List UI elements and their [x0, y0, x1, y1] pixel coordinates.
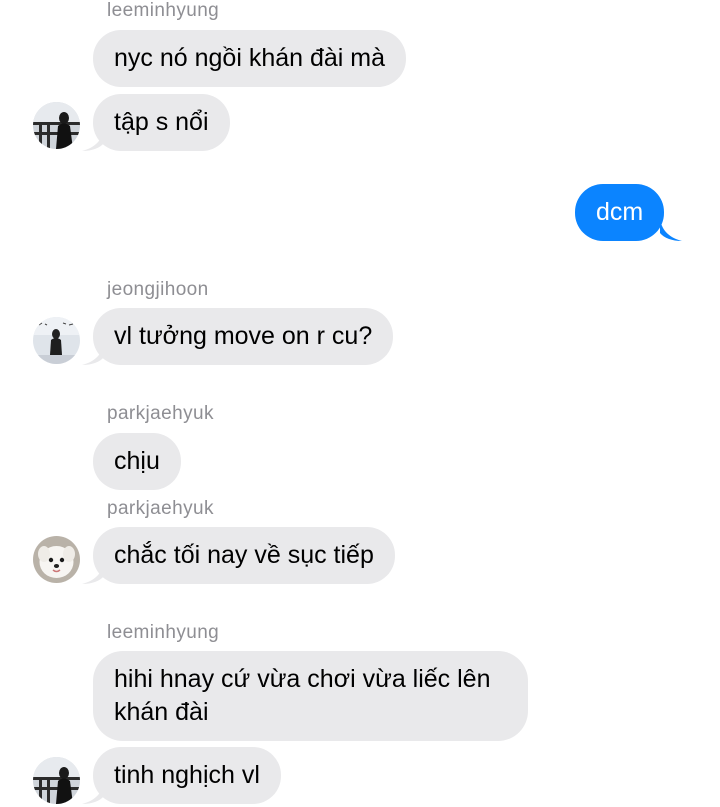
- jeongjihoon-avatar-icon[interactable]: [33, 317, 80, 364]
- sender-name-leeminhyung: leeminhyung: [107, 622, 220, 643]
- bubble-tail: [82, 343, 104, 365]
- message-bubble[interactable]: vl tưởng move on r cu?: [93, 308, 394, 365]
- leeminhyung-avatar-icon[interactable]: [33, 102, 80, 149]
- bubble-tail: [660, 219, 682, 241]
- bubble-tail: [82, 782, 104, 804]
- message-bubble[interactable]: hihi hnay cứ vừa chơi vừa liếc lên khán …: [93, 651, 528, 741]
- message-bubble[interactable]: nyc nó ngồi khán đài mà: [93, 30, 407, 87]
- leeminhyung-avatar-icon[interactable]: [33, 757, 80, 804]
- sender-name-jeongjihoon: jeongjihoon: [107, 279, 209, 300]
- parkjaehyuk-avatar-icon[interactable]: [33, 536, 80, 583]
- bubble-tail: [82, 129, 104, 151]
- outgoing-message-bubble[interactable]: dcm: [575, 184, 665, 241]
- message-bubble[interactable]: chắc tối nay về sục tiếp: [93, 527, 395, 584]
- message-bubble[interactable]: chịu: [93, 433, 181, 490]
- sender-name-parkjaehyuk: parkjaehyuk: [107, 498, 214, 519]
- sender-name-leeminhyung: leeminhyung: [107, 0, 220, 21]
- sender-name-parkjaehyuk: parkjaehyuk: [107, 403, 214, 424]
- message-bubble[interactable]: tập s nổi: [93, 94, 230, 151]
- message-bubble[interactable]: tinh nghịch vl: [93, 747, 281, 804]
- bubble-tail: [82, 562, 104, 584]
